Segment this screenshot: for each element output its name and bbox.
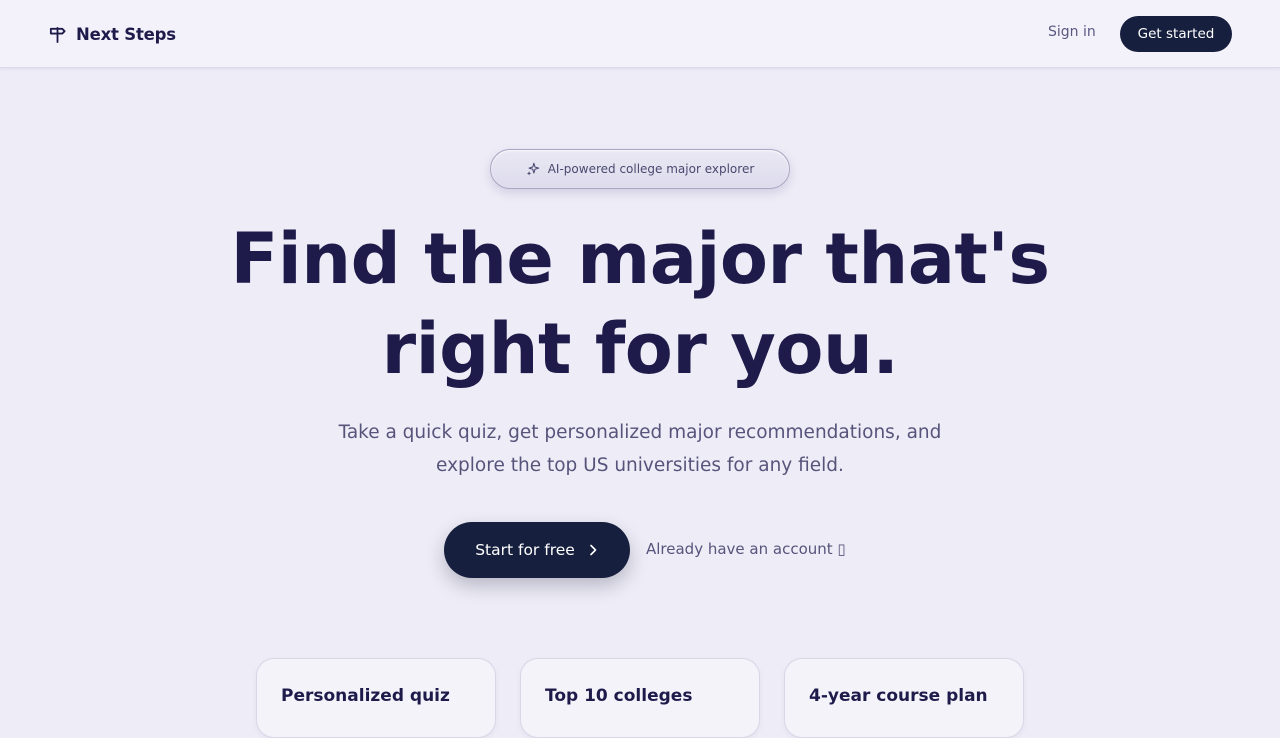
hero-badge: AI-powered college major explorer — [490, 149, 790, 189]
feature-card-title: Personalized quiz — [281, 686, 450, 706]
brand-logo-link[interactable]: Next Steps — [48, 22, 176, 46]
feature-card-quiz[interactable]: Personalized quiz — [256, 658, 496, 738]
hero-title: Find the major that's right for you. — [190, 214, 1090, 394]
start-for-free-button[interactable]: Start for free — [444, 522, 630, 578]
get-started-button[interactable]: Get started — [1120, 16, 1232, 52]
feature-card-title: 4-year course plan — [809, 686, 988, 706]
hero-subtitle-line: Take a quick quiz, get personalized majo… — [338, 422, 942, 443]
chevron-right-icon — [589, 544, 597, 556]
hero-subtitle: Take a quick quiz, get personalized majo… — [290, 416, 990, 482]
cta-label: Start for free — [475, 541, 575, 559]
hero-title-line: Find the major that's — [230, 218, 1050, 300]
hero-badge-text: AI-powered college major explorer — [547, 162, 755, 176]
sparkles-icon — [526, 162, 539, 176]
brand-name: Next Steps — [76, 24, 176, 44]
sign-in-existing-account-link[interactable]: Already have an account ▯ — [646, 540, 846, 558]
feature-card-colleges[interactable]: Top 10 colleges — [520, 658, 760, 738]
feature-card-course-plan[interactable]: 4-year course plan — [784, 658, 1024, 738]
sign-in-link[interactable]: Sign in — [1048, 24, 1096, 40]
hero-subtitle-line: explore the top US universities for any … — [436, 455, 844, 476]
top-navbar: Next Steps Sign in Get started — [0, 0, 1280, 68]
feature-card-title: Top 10 colleges — [545, 686, 693, 706]
signpost-icon — [49, 26, 66, 43]
hero-title-line: right for you. — [381, 308, 899, 390]
